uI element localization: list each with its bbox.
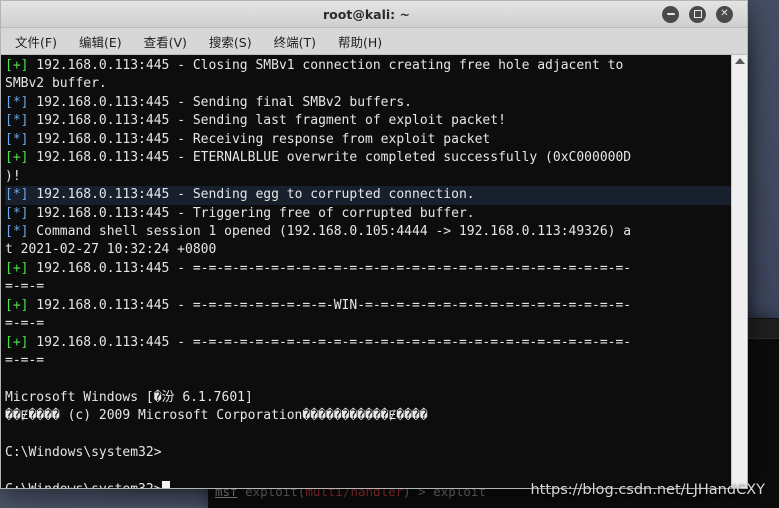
terminal-line-text: =-=-=	[5, 316, 45, 332]
terminal-line-text: =-=-=	[5, 279, 45, 295]
success-marker: [+]	[5, 334, 29, 350]
terminal-line: =-=-=	[5, 315, 731, 333]
terminal-scrollbar[interactable]	[731, 55, 747, 488]
terminal-line-text: =-=-=	[5, 353, 45, 368]
menu-help[interactable]: 帮助(H)	[338, 32, 382, 51]
info-marker: [*]	[5, 223, 29, 239]
info-marker: [*]	[5, 113, 29, 129]
info-marker: [*]	[5, 131, 29, 147]
terminal-line: [+] 192.168.0.113:445 - ETERNALBLUE over…	[5, 149, 731, 167]
window-controls[interactable]: ✕	[662, 5, 747, 23]
info-marker: [*]	[5, 94, 29, 110]
terminal-line-text: 192.168.0.113:445 - ETERNALBLUE overwrit…	[28, 150, 632, 166]
window-title: root@kali: ~	[323, 6, 410, 22]
terminal-line-text: 192.168.0.113:445 - Receiving response f…	[28, 131, 491, 147]
terminal-line: )!	[5, 168, 731, 186]
success-marker: [+]	[5, 260, 29, 276]
terminal-line: [*] Command shell session 1 opened (192.…	[5, 223, 731, 241]
terminal-line-text: Microsoft Windows [�汾 6.1.7601]	[5, 389, 253, 405]
terminal-line-text: 192.168.0.113:445 - =-=-=-=-=-=-=-=-=-=-…	[28, 260, 632, 276]
terminal-line: [*] 192.168.0.113:445 - Receiving respon…	[5, 131, 731, 149]
menu-bar[interactable]: 文件(F) 编辑(E) 查看(V) 搜索(S) 终端(T) 帮助(H)	[1, 28, 747, 55]
title-bar[interactable]: root@kali: ~ ✕	[1, 1, 747, 28]
terminal-line: [*] 192.168.0.113:445 - Sending last fra…	[5, 112, 731, 130]
success-marker: [+]	[5, 297, 29, 313]
terminal-line-text: Command shell session 1 opened (192.168.…	[28, 223, 632, 239]
terminal-line: Microsoft Windows [�汾 6.1.7601]	[5, 389, 731, 407]
terminal-line: C:\Windows\system32>	[5, 481, 731, 488]
menu-file[interactable]: 文件(F)	[15, 32, 57, 51]
terminal-line-text: 192.168.0.113:445 - Triggering free of c…	[28, 205, 475, 221]
terminal-line: [+] 192.168.0.113:445 - =-=-=-=-=-=-=-=-…	[5, 260, 731, 278]
terminal-line-text: C:\Windows\system32>	[5, 482, 162, 488]
info-marker: [*]	[5, 205, 29, 221]
terminal-line: [*] 192.168.0.113:445 - Triggering free …	[5, 205, 731, 223]
terminal-line: ��Ɇ���� (c) 2009 Microsoft Corporation��…	[5, 407, 731, 425]
text-cursor	[161, 481, 170, 488]
menu-view[interactable]: 查看(V)	[144, 32, 187, 51]
terminal-line: [+] 192.168.0.113:445 - =-=-=-=-=-=-=-=-…	[5, 297, 731, 315]
terminal-line-text: C:\Windows\system32>	[5, 445, 162, 461]
terminal-line: [*] 192.168.0.113:445 - Sending egg to c…	[5, 186, 731, 205]
terminal-line: =-=-=	[5, 278, 731, 296]
terminal-line: t 2021-02-27 10:32:24 +0800	[5, 241, 731, 259]
terminal-line-text: )!	[5, 168, 21, 184]
terminal-line-text: ��Ɇ���� (c) 2009 Microsoft Corporation��…	[5, 408, 428, 424]
terminal-line: [+] 192.168.0.113:445 - Closing SMBv1 co…	[5, 57, 731, 75]
terminal-line-text: 192.168.0.113:445 - Sending final SMBv2 …	[28, 94, 412, 110]
info-marker: [*]	[5, 187, 29, 203]
terminal-line: =-=-=	[5, 352, 731, 370]
menu-edit[interactable]: 编辑(E)	[79, 32, 122, 51]
terminal-line-text: 192.168.0.113:445 - =-=-=-=-=-=-=-=-=-WI…	[28, 297, 632, 313]
terminal-line-text: 192.168.0.113:445 - Closing SMBv1 connec…	[28, 58, 624, 73]
menu-search[interactable]: 搜索(S)	[209, 32, 252, 51]
terminal-line: [*] 192.168.0.113:445 - Sending final SM…	[5, 94, 731, 112]
success-marker: [+]	[5, 150, 29, 166]
maximize-icon[interactable]	[689, 5, 706, 23]
terminal-line-text: 192.168.0.113:445 - Sending egg to corru…	[28, 187, 475, 203]
scroll-up-icon[interactable]	[734, 58, 745, 64]
terminal-line-text: 192.168.0.113:445 - =-=-=-=-=-=-=-=-=-=-…	[28, 334, 632, 350]
terminal-window[interactable]: root@kali: ~ ✕ 文件(F) 编辑(E) 查看(V) 搜索(S) 终…	[0, 0, 748, 489]
terminal-line: C:\Windows\system32>	[5, 444, 731, 462]
msf-line-text	[215, 501, 779, 507]
success-marker: [+]	[5, 58, 29, 73]
terminal-line-text: t 2021-02-27 10:32:24 +0800	[5, 242, 217, 258]
terminal-main: [+] 192.168.0.113:445 - Closing SMBv1 co…	[1, 55, 747, 488]
minimize-icon[interactable]	[662, 5, 679, 23]
terminal-output[interactable]: [+] 192.168.0.113:445 - Closing SMBv1 co…	[1, 55, 731, 488]
terminal-line-text: SMBv2 buffer.	[5, 76, 107, 92]
menu-terminal[interactable]: 终端(T)	[274, 32, 316, 51]
terminal-line: [+] 192.168.0.113:445 - =-=-=-=-=-=-=-=-…	[5, 334, 731, 352]
terminal-line: SMBv2 buffer.	[5, 75, 731, 93]
terminal-line-text: 192.168.0.113:445 - Sending last fragmen…	[28, 113, 506, 129]
close-icon[interactable]: ✕	[716, 5, 733, 23]
